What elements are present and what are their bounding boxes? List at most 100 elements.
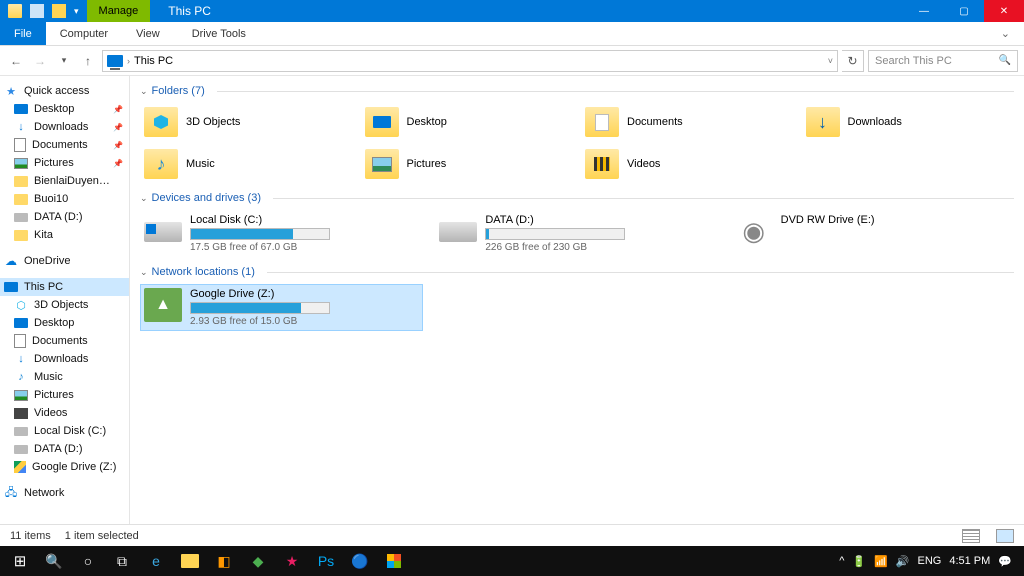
quick-access-toolbar: ▾ [0, 4, 87, 18]
battery-icon[interactable]: 🔋 [852, 555, 866, 568]
folder-videos[interactable]: Videos [581, 145, 794, 183]
properties-icon[interactable] [30, 4, 44, 18]
view-tab[interactable]: View [122, 22, 174, 45]
back-button[interactable]: ← [6, 51, 26, 71]
folder-downloads[interactable]: Downloads [802, 103, 1015, 141]
recent-chevron-icon[interactable]: ▾ [54, 51, 74, 71]
sidebar-item-pictures[interactable]: Pictures📌 [0, 154, 129, 172]
file-tab[interactable]: File [0, 22, 46, 45]
folder-icon [14, 176, 28, 187]
os-drive-icon [144, 222, 182, 242]
details-view-button[interactable] [962, 529, 980, 543]
sidebar-item-desktop[interactable]: Desktop [0, 314, 129, 332]
gdrive-icon [144, 288, 182, 322]
task-view-button[interactable]: ⧉ [106, 546, 138, 576]
qat-chevron-icon[interactable]: ▾ [74, 6, 79, 17]
sidebar-item-downloads[interactable]: ↓Downloads📌 [0, 118, 129, 136]
search-input[interactable]: Search This PC 🔍 [868, 50, 1018, 72]
sidebar-item-data-d[interactable]: DATA (D:) [0, 440, 129, 458]
folder-music[interactable]: Music [140, 145, 353, 183]
sidebar-item-desktop[interactable]: Desktop📌 [0, 100, 129, 118]
volume-icon[interactable]: 🔊 [896, 555, 910, 568]
clock[interactable]: 4:51 PM [949, 555, 990, 567]
folder-desktop[interactable]: Desktop [361, 103, 574, 141]
computer-tab[interactable]: Computer [46, 22, 122, 45]
drive-tools-tab[interactable]: Drive Tools [178, 22, 260, 45]
document-icon [14, 138, 26, 152]
notifications-icon[interactable]: 💬 [998, 555, 1012, 568]
drive-data-d[interactable]: DATA (D:) 226 GB free of 230 GB [435, 210, 718, 257]
app-button[interactable]: Ps [310, 546, 342, 576]
status-bar: 11 items 1 item selected [0, 524, 1024, 546]
manage-contextual-tab[interactable]: Manage [87, 0, 151, 22]
drive-local-c[interactable]: Local Disk (C:) 17.5 GB free of 67.0 GB [140, 210, 423, 257]
maximize-button[interactable]: ▢ [944, 0, 984, 22]
pictures-icon [14, 158, 28, 169]
cloud-icon: ☁ [4, 254, 18, 268]
sidebar-item-drive[interactable]: DATA (D:) [0, 208, 129, 226]
drives-section-header[interactable]: ⌄Devices and drives (3) [140, 189, 1014, 210]
sidebar-item-downloads[interactable]: ↓Downloads [0, 350, 129, 368]
taskbar: ⊞ 🔍 ○ ⧉ e ◧ ◆ ★ Ps 🔵 ^ 🔋 📶 🔊 ENG 4:51 PM… [0, 546, 1024, 576]
folders-section-header[interactable]: ⌄Folders (7) [140, 82, 1014, 103]
chrome-button[interactable]: 🔵 [344, 546, 376, 576]
download-icon: ↓ [14, 120, 28, 134]
language-indicator[interactable]: ENG [917, 555, 941, 567]
address-dropdown-icon[interactable]: ˅ [828, 56, 833, 66]
tray-chevron-icon[interactable]: ^ [839, 555, 844, 567]
sidebar-item-google-drive[interactable]: Google Drive (Z:) [0, 458, 129, 476]
refresh-button[interactable]: ↻ [842, 50, 864, 72]
sidebar-item-videos[interactable]: Videos [0, 404, 129, 422]
folder-icon [365, 149, 399, 179]
up-button[interactable]: ↑ [78, 51, 98, 71]
wifi-icon[interactable]: 📶 [874, 555, 888, 568]
folder-icon [806, 107, 840, 137]
folder-pictures[interactable]: Pictures [361, 145, 574, 183]
sidebar-item-music[interactable]: ♪Music [0, 368, 129, 386]
folder-3d-objects[interactable]: 3D Objects [140, 103, 353, 141]
quick-access-header[interactable]: ★Quick access [0, 82, 129, 100]
network-section-header[interactable]: ⌄Network locations (1) [140, 263, 1014, 284]
dvd-icon [735, 214, 773, 248]
address-field[interactable]: › This PC ˅ [102, 50, 838, 72]
breadcrumb[interactable]: This PC [134, 55, 173, 67]
forward-button[interactable]: → [30, 51, 50, 71]
title-bar: ▾ Manage This PC — ▢ ✕ [0, 0, 1024, 22]
app-button[interactable]: ★ [276, 546, 308, 576]
desktop-icon [14, 104, 28, 114]
music-icon: ♪ [14, 370, 28, 384]
sidebar-item-folder[interactable]: Kita [0, 226, 129, 244]
sidebar-item-3d-objects[interactable]: ⬡3D Objects [0, 296, 129, 314]
ribbon-expand-icon[interactable]: ⌄ [987, 22, 1024, 45]
edge-button[interactable]: e [140, 546, 172, 576]
new-folder-icon[interactable] [52, 4, 66, 18]
start-button[interactable]: ⊞ [4, 546, 36, 576]
capacity-bar [485, 228, 625, 240]
network-header[interactable]: 🖧Network [0, 484, 129, 502]
close-button[interactable]: ✕ [984, 0, 1024, 22]
drive-dvd-e[interactable]: DVD RW Drive (E:) [731, 210, 1014, 257]
hdd-icon [439, 222, 477, 242]
item-count: 11 items [10, 530, 51, 542]
sidebar-item-folder[interactable]: Buoi10 [0, 190, 129, 208]
tiles-view-button[interactable] [996, 529, 1014, 543]
sidebar-item-local-disk-c[interactable]: Local Disk (C:) [0, 422, 129, 440]
cube-icon: ⬡ [14, 298, 28, 312]
sidebar-item-pictures[interactable]: Pictures [0, 386, 129, 404]
folder-icon [14, 230, 28, 241]
search-button[interactable]: 🔍 [38, 546, 70, 576]
this-pc-icon [107, 55, 123, 67]
app-button[interactable] [378, 546, 410, 576]
sidebar-item-folder[interactable]: BienlaiDuyenDatHa [0, 172, 129, 190]
app-button[interactable]: ◆ [242, 546, 274, 576]
app-button[interactable]: ◧ [208, 546, 240, 576]
sidebar-item-documents[interactable]: Documents📌 [0, 136, 129, 154]
onedrive-header[interactable]: ☁OneDrive [0, 252, 129, 270]
minimize-button[interactable]: — [904, 0, 944, 22]
this-pc-header[interactable]: This PC [0, 278, 129, 296]
sidebar-item-documents[interactable]: Documents [0, 332, 129, 350]
explorer-button[interactable] [174, 546, 206, 576]
drive-google-z[interactable]: Google Drive (Z:) 2.93 GB free of 15.0 G… [140, 284, 423, 331]
folder-documents[interactable]: Documents [581, 103, 794, 141]
cortana-button[interactable]: ○ [72, 546, 104, 576]
